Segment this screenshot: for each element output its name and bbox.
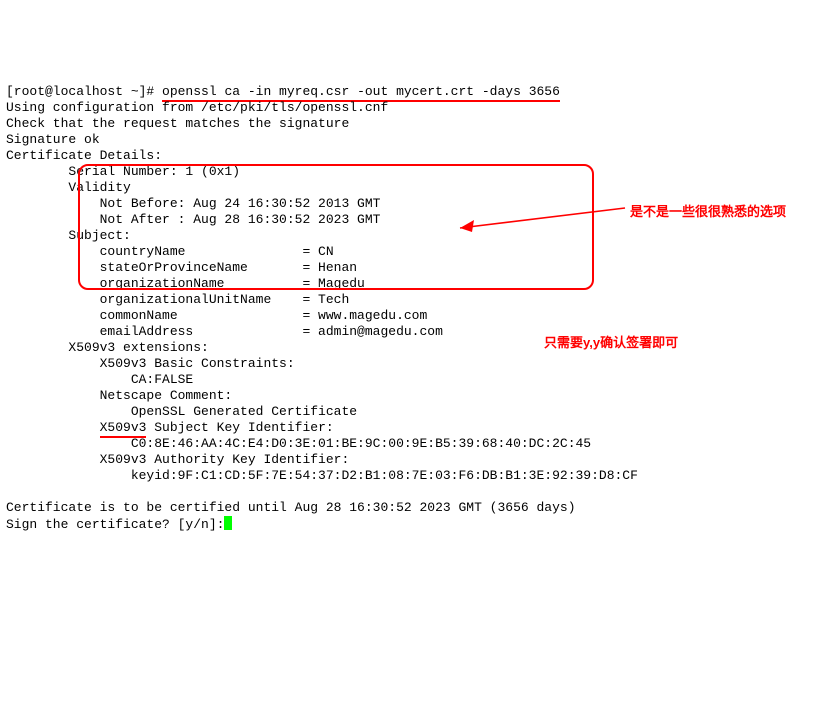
line-common-name: commonName = www.magedu.com [6,308,427,323]
line-netscape-comment: Netscape Comment: [6,388,232,403]
line-certified: Certificate is to be certified until Aug… [6,500,576,515]
line-basic-constraints: X509v3 Basic Constraints: [6,356,295,371]
shell-prompt: [root@localhost ~]# [6,84,162,99]
line-sign-prompt[interactable]: Sign the certificate? [y/n]: [6,517,224,532]
line-aki-value: keyid:9F:C1:CD:5F:7E:54:37:D2:B1:08:7E:0… [6,468,638,483]
line-subject: Subject: [6,228,131,243]
line-serial: Serial Number: 1 (0x1) [6,164,240,179]
line-not-after: Not After : Aug 28 16:30:52 2023 GMT [6,212,380,227]
line-country-name: countryName = CN [6,244,334,259]
annotation-confirm-sign: 只需要y,y确认签署即可 [544,335,678,351]
line-ski-suffix: Subject Key Identifier: [146,420,333,435]
line-aki: X509v3 Authority Key Identifier: [6,452,349,467]
line-using-config: Using configuration from /etc/pki/tls/op… [6,100,388,115]
line-organization: organizationName = Magedu [6,276,365,291]
line-signature-ok: Signature ok [6,132,100,147]
line-not-before: Not Before: Aug 24 16:30:52 2013 GMT [6,196,380,211]
line-x509-extensions: X509v3 extensions: [6,340,209,355]
line-cert-details: Certificate Details: [6,148,162,163]
terminal-output: [root@localhost ~]# openssl ca -in myreq… [6,68,818,533]
line-state: stateOrProvinceName = Henan [6,260,357,275]
line-email: emailAddress = admin@magedu.com [6,324,443,339]
line-ski-value: C0:8E:46:AA:4C:E4:D0:3E:01:BE:9C:00:9E:B… [6,436,591,451]
line-generated-cert: OpenSSL Generated Certificate [6,404,357,419]
annotation-familiar-options: 是不是一些很很熟悉的选项 [630,204,786,220]
line-validity: Validity [6,180,131,195]
cursor-icon [224,516,232,530]
line-ca-false: CA:FALSE [6,372,193,387]
line-ski-prefix [6,420,100,435]
line-org-unit: organizationalUnitName = Tech [6,292,349,307]
line-check-signature: Check that the request matches the signa… [6,116,349,131]
